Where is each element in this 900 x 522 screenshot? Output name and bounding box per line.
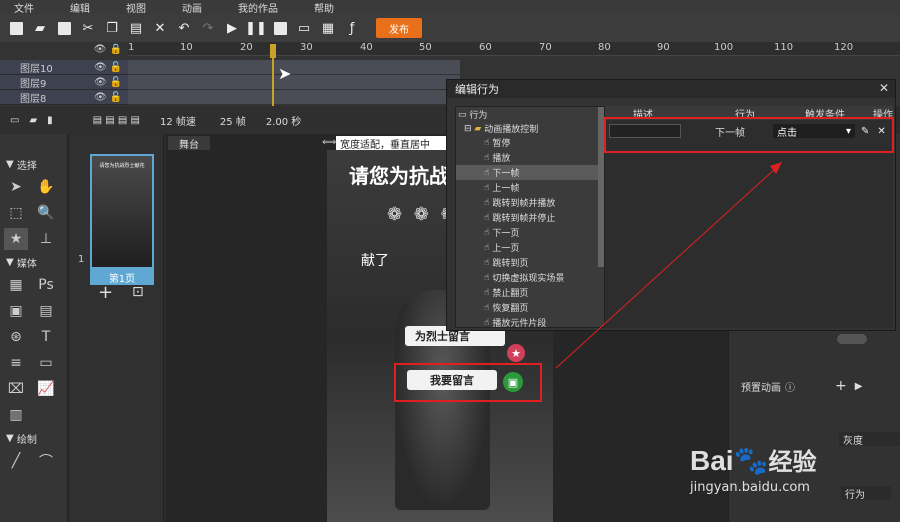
watermark-url: jingyan.baidu.com: [690, 480, 810, 495]
watermark-logo: Bai🐾经验: [690, 445, 817, 476]
app-window: 文件 编辑 视图 动画 我的作品 帮助 ▰ ✂ ❐ ▤ ✕ ↶ ↷ ▶ ❚❚ ▭…: [0, 0, 900, 522]
